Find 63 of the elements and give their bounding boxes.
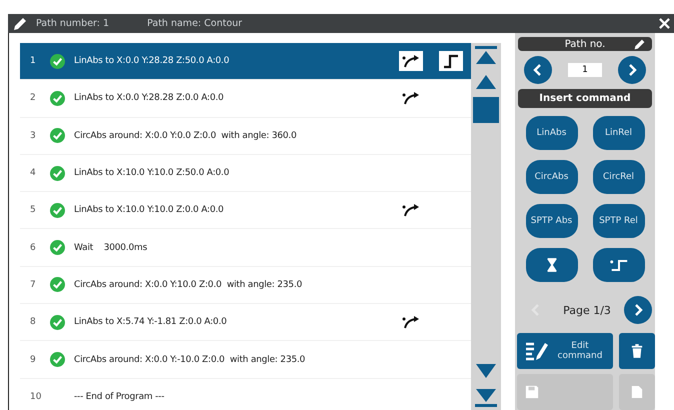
command-row[interactable]: 1 LinAbs to X:0.0 Y:28.28 Z:50.0 A:0.0 [20, 43, 471, 80]
command-text: LinAbs to X:10.0 Y:10.0 Z:0.0 A:0.0 [74, 205, 225, 216]
command-row[interactable]: 3 CircAbs around: X:0.0 Y:0.0 Z:0.0 with angle: 360.0 [20, 118, 471, 155]
delete-button[interactable] [619, 333, 655, 369]
command-row[interactable]: 9 CircAbs around: X:0.0 Y:-10.0 Z:0.0 with angle: 235.0 [20, 341, 471, 379]
command-text: LinAbs to X:5.74 Y:-1.81 Z:0.0 A:0.0 [74, 317, 228, 328]
row-number: 2 [29, 93, 37, 104]
row-number: 3 [29, 130, 37, 141]
row-number: 9 [29, 354, 37, 365]
path-name-label: Path name: Contour [147, 18, 242, 29]
row-number: 6 [29, 242, 37, 253]
next-page-button[interactable] [624, 296, 652, 324]
command-button[interactable]: LinRel [592, 116, 644, 150]
wait-button[interactable] [526, 248, 578, 282]
row-number: 7 [29, 280, 37, 290]
command-button[interactable]: SPTP Rel [592, 204, 644, 238]
pencil-icon[interactable] [633, 38, 646, 51]
command-row[interactable]: 4 LinAbs to X:10.0 Y:10.0 Z:50.0 A:0.0 [20, 154, 471, 192]
edit-command-button[interactable]: Edit command [517, 333, 613, 369]
command-text: CircAbs around: X:0.0 Y:0.0 Z:0.0 with angle: 360.0 [74, 130, 298, 141]
step-icon [608, 258, 628, 272]
next-path-button[interactable] [618, 56, 646, 84]
chevron-left-icon [532, 64, 544, 76]
command-text: --- End of Program --- [74, 392, 166, 402]
command-text: LinAbs to X:0.0 Y:28.28 Z:0.0 A:0.0 [74, 93, 225, 104]
command-row[interactable]: 6 Wait 3000.0ms [20, 229, 471, 267]
scroll-bottom-icon[interactable] [474, 388, 498, 408]
chevron-right-icon [632, 304, 644, 316]
command-text: CircAbs around: X:0.0 Y:-10.0 Z:0.0 with angle: 235.0 [74, 354, 306, 365]
path-no-label: Path no. [564, 38, 606, 50]
path-number-label: Path number: 1 [36, 18, 110, 29]
hourglass-icon [544, 258, 558, 272]
trash-icon [631, 344, 643, 358]
command-text: CircAbs around: X:0.0 Y:10.0 Z:0.0 with angle: 235.0 [74, 280, 304, 290]
scroll-bar[interactable] [471, 43, 501, 410]
command-button[interactable]: CircRel [592, 160, 644, 194]
command-button[interactable]: LinAbs [526, 116, 578, 150]
row-number: 1 [29, 56, 37, 66]
command-button[interactable]: SPTP Abs [526, 204, 578, 238]
command-button[interactable]: CircAbs [526, 160, 578, 194]
command-text: LinAbs to X:10.0 Y:10.0 Z:50.0 A:0.0 [74, 168, 230, 178]
close-icon[interactable] [659, 18, 670, 29]
save-icon [525, 385, 539, 399]
command-text: Wait 3000.0ms [74, 242, 148, 253]
scroll-top-icon[interactable] [474, 45, 498, 65]
command-text: LinAbs to X:0.0 Y:28.28 Z:50.0 A:0.0 [74, 56, 230, 66]
command-row[interactable]: 2 LinAbs to X:0.0 Y:28.28 Z:0.0 A:0.0 [20, 80, 471, 118]
row-number: 4 [29, 168, 37, 178]
document-icon [631, 385, 643, 399]
pencil-icon [12, 16, 28, 32]
path-number-value: 1 [568, 63, 602, 78]
previous-path-button[interactable] [524, 56, 552, 84]
step-button[interactable] [592, 248, 644, 282]
scroll-thumb[interactable] [473, 97, 499, 123]
row-number: 10 [29, 392, 42, 402]
command-row[interactable]: 7 CircAbs around: X:0.0 Y:10.0 Z:0.0 with angle: 235.0 [20, 266, 471, 304]
row-number: 8 [29, 317, 37, 328]
command-row[interactable]: 5 LinAbs to X:10.0 Y:10.0 Z:0.0 A:0.0 [20, 192, 471, 230]
edit-list-icon [525, 341, 549, 361]
insert-command-header: Insert command [518, 89, 652, 108]
command-row[interactable]: 8 LinAbs to X:5.74 Y:-1.81 Z:0.0 A:0.0 [20, 304, 471, 342]
row-number: 5 [29, 205, 37, 216]
page-label: Page 1/3 [563, 304, 611, 316]
